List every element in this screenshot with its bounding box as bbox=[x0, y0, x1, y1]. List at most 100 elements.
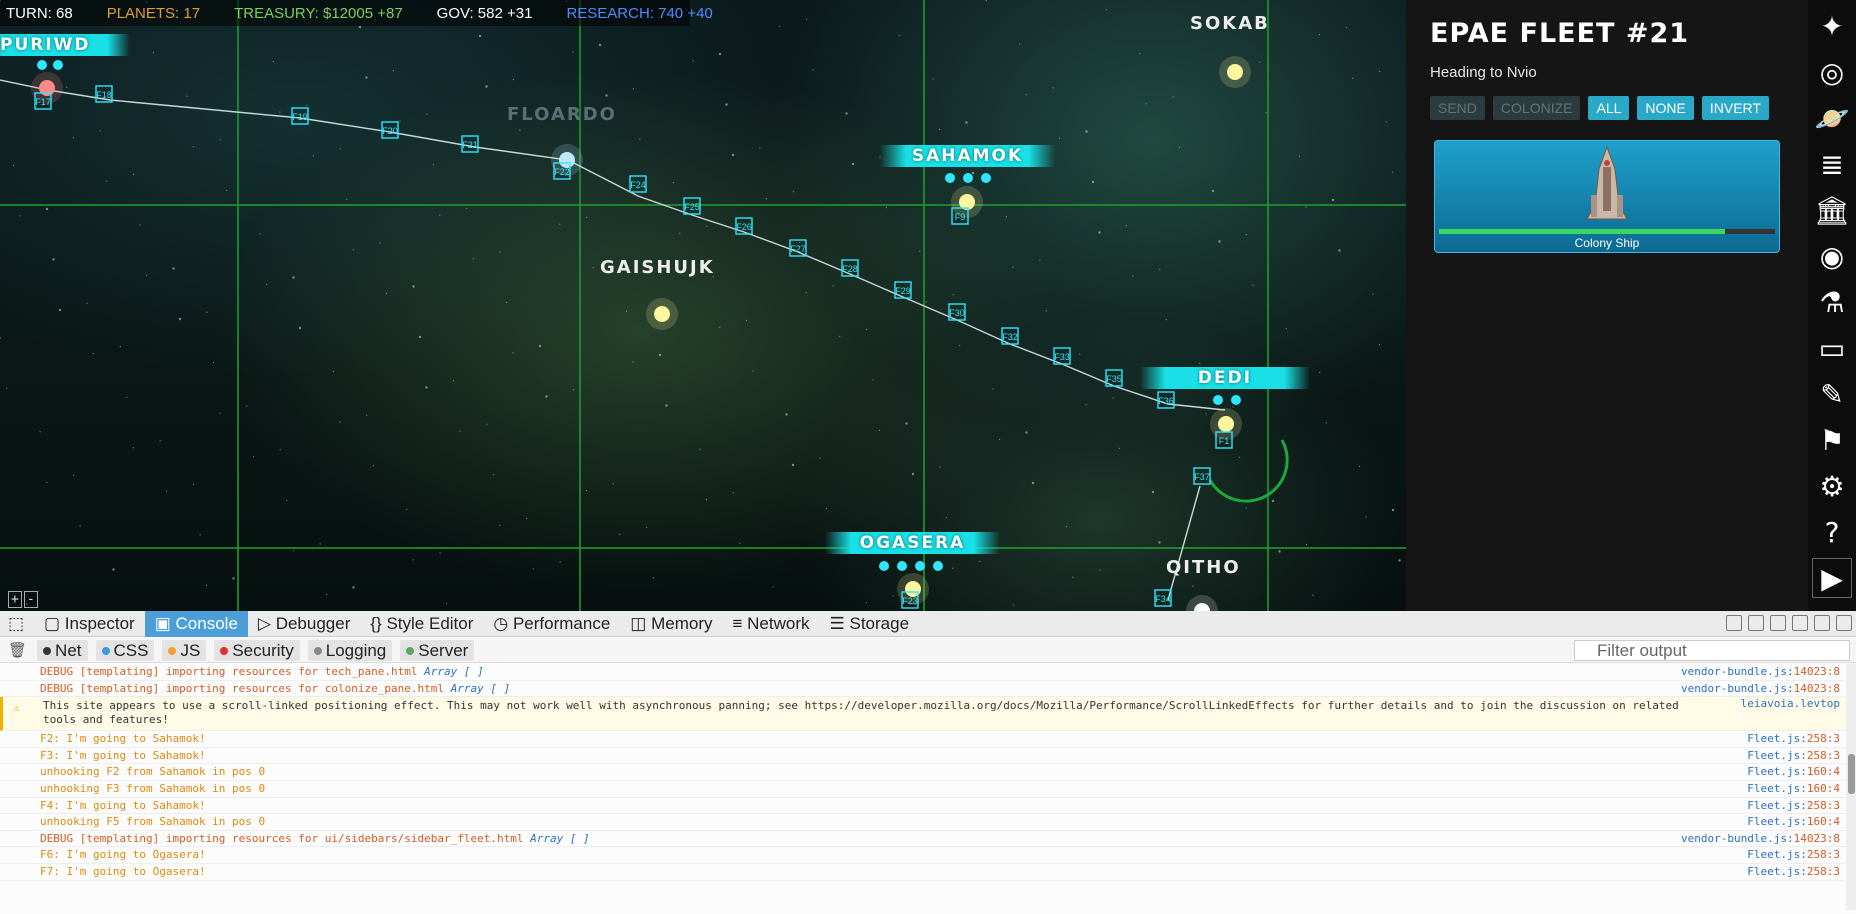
planet-icon[interactable] bbox=[879, 561, 889, 571]
star-label-sahamok[interactable]: SAHAMOK bbox=[880, 145, 1055, 167]
star-label-sokab[interactable]: SOKAB bbox=[1190, 13, 1270, 34]
tab-style-editor[interactable]: {} Style Editor bbox=[360, 611, 483, 637]
console-source-link[interactable]: leiavoia.levtop bbox=[1741, 697, 1840, 711]
select-none-button[interactable]: NONE bbox=[1637, 96, 1694, 120]
star-label-floardo[interactable]: FLOARDO bbox=[507, 104, 617, 125]
filter-server[interactable]: Server bbox=[400, 639, 475, 661]
star-label-qitho[interactable]: QITHO bbox=[1166, 557, 1241, 578]
console-message[interactable]: unhooking F5 from Sahamok in pos 0 Fleet.… bbox=[0, 814, 1846, 831]
zoom-out-button[interactable]: - bbox=[23, 591, 38, 608]
planet-icon[interactable] bbox=[897, 561, 907, 571]
star-label-ogasera[interactable]: OGASERA bbox=[825, 532, 1000, 554]
planet-icon[interactable] bbox=[53, 60, 63, 70]
console-source-link[interactable]: Fleet.js:258:3 bbox=[1747, 798, 1840, 815]
help-icon[interactable]: ? bbox=[1812, 512, 1852, 552]
star-label-dedi[interactable]: DEDI bbox=[1140, 367, 1310, 389]
filter-output-input[interactable]: Filter output bbox=[1574, 640, 1850, 661]
select-all-button[interactable]: ALL bbox=[1588, 96, 1630, 120]
planet-icon[interactable] bbox=[981, 173, 991, 183]
galaxy-icon[interactable]: ◎ bbox=[1812, 52, 1852, 92]
tab-inspector[interactable]: ▢ Inspector bbox=[34, 611, 145, 637]
star-icon[interactable] bbox=[559, 152, 575, 168]
planet-icon[interactable]: 🪐 bbox=[1812, 98, 1852, 138]
console-array-value[interactable]: Array [ ] bbox=[424, 665, 484, 678]
console-scroll-thumb[interactable] bbox=[1848, 754, 1855, 794]
filter-css[interactable]: CSS bbox=[95, 639, 155, 661]
planet-icon[interactable] bbox=[37, 60, 47, 70]
invert-selection-button[interactable]: INVERT bbox=[1701, 96, 1769, 120]
star-icon[interactable] bbox=[1227, 64, 1243, 80]
clear-console-icon[interactable]: 🗑 bbox=[8, 641, 27, 659]
console-log[interactable]: DEBUG [templating] importing resources f… bbox=[0, 664, 1846, 910]
tab-network[interactable]: ≡ Network bbox=[723, 611, 820, 637]
console-array-value[interactable]: Array [ ] bbox=[530, 832, 590, 845]
console-message[interactable]: DEBUG [templating] importing resources f… bbox=[0, 664, 1846, 681]
close-icon[interactable] bbox=[1836, 615, 1852, 631]
console-source-link[interactable]: vendor-bundle.js:14023:8 bbox=[1681, 681, 1840, 698]
console-message[interactable]: unhooking F3 from Sahamok in pos 0 Fleet.… bbox=[0, 781, 1846, 798]
settings-icon[interactable] bbox=[1770, 615, 1786, 631]
console-source-link[interactable]: Fleet.js:160:4 bbox=[1747, 814, 1840, 831]
console-source-link[interactable]: Fleet.js:160:4 bbox=[1747, 764, 1840, 781]
console-message[interactable]: DEBUG [templating] importing resources f… bbox=[0, 831, 1846, 848]
console-scrollbar[interactable] bbox=[1846, 664, 1856, 910]
database-icon[interactable]: ≣ bbox=[1812, 144, 1852, 184]
star-label-puriwd[interactable]: PURIWD bbox=[0, 34, 130, 56]
flag-icon[interactable]: ⚑ bbox=[1812, 420, 1852, 460]
dock-side-icon[interactable] bbox=[1792, 615, 1808, 631]
tab-performance[interactable]: ◷ Performance bbox=[483, 611, 620, 637]
console-source-link[interactable]: Fleet.js:160:4 bbox=[1747, 781, 1840, 798]
colonize-button[interactable]: COLONIZE bbox=[1492, 96, 1581, 120]
console-message[interactable]: F4: I'm going to Sahamok! Fleet.js:258:3 bbox=[0, 798, 1846, 815]
background-star bbox=[352, 586, 355, 589]
console-source-link[interactable]: vendor-bundle.js:14023:8 bbox=[1681, 664, 1840, 681]
galaxy-map[interactable]: F17 F18 F19 F20 F21 F22 F24 F25 F26 F27 F28 F29 F30 F… bbox=[0, 0, 1406, 611]
tab-console[interactable]: ▣ Console bbox=[144, 610, 248, 637]
console-source-link[interactable]: Fleet.js:258:3 bbox=[1747, 847, 1840, 864]
console-message[interactable]: F2: I'm going to Sahamok! Fleet.js:258:3 bbox=[0, 731, 1846, 748]
tab-memory[interactable]: ◫ Memory bbox=[620, 611, 722, 637]
bank-icon[interactable]: 🏛 bbox=[1812, 190, 1852, 230]
filter-logging[interactable]: Logging bbox=[307, 639, 393, 661]
planet-icon[interactable] bbox=[1231, 395, 1241, 405]
split-console-icon[interactable] bbox=[1726, 615, 1742, 631]
gear-icon[interactable]: ⚙ bbox=[1812, 466, 1852, 506]
star-icon[interactable] bbox=[1218, 416, 1234, 432]
play-icon[interactable]: ▶ bbox=[1812, 558, 1852, 598]
console-message[interactable]: unhooking F2 from Sahamok in pos 0 Fleet.… bbox=[0, 764, 1846, 781]
console-message[interactable]: F6: I'm going to Ogasera! Fleet.js:258:3 bbox=[0, 847, 1846, 864]
console-message[interactable]: F3: I'm going to Sahamok! Fleet.js:258:3 bbox=[0, 748, 1846, 765]
send-button[interactable]: SEND bbox=[1430, 96, 1485, 120]
undock-icon[interactable] bbox=[1814, 615, 1830, 631]
design-icon[interactable]: ✎ bbox=[1812, 374, 1852, 414]
zoom-in-button[interactable]: + bbox=[8, 591, 22, 608]
star-icon[interactable] bbox=[654, 306, 670, 322]
filter-security[interactable]: Security bbox=[214, 639, 300, 661]
filter-net[interactable]: Net bbox=[37, 639, 88, 661]
console-array-value[interactable]: Array [ ] bbox=[451, 682, 511, 695]
filter-js[interactable]: JS bbox=[162, 639, 207, 661]
console-source-link[interactable]: Fleet.js:258:3 bbox=[1747, 748, 1840, 765]
eye-icon[interactable]: ◉ bbox=[1812, 236, 1852, 276]
tab-debugger[interactable]: ▷ Debugger bbox=[248, 611, 360, 637]
planet-icon[interactable] bbox=[963, 173, 973, 183]
console-message[interactable]: DEBUG [templating] importing resources f… bbox=[0, 681, 1846, 698]
planet-icon[interactable] bbox=[915, 561, 925, 571]
planet-icon[interactable] bbox=[945, 173, 955, 183]
console-source-link[interactable]: Fleet.js:258:3 bbox=[1747, 864, 1840, 881]
console-message[interactable]: ⚠ This site appears to use a scroll-linke… bbox=[0, 697, 1846, 732]
chat-icon[interactable]: ▭ bbox=[1812, 328, 1852, 368]
flask-icon[interactable]: ⚗ bbox=[1812, 282, 1852, 322]
console-source-link[interactable]: vendor-bundle.js:14023:8 bbox=[1681, 831, 1840, 848]
planet-icon[interactable] bbox=[1213, 395, 1223, 405]
planet-icon[interactable] bbox=[933, 561, 943, 571]
tab-storage[interactable]: ☰ Storage bbox=[820, 611, 920, 637]
ship-card[interactable]: Colony Ship bbox=[1434, 140, 1780, 253]
star-label-gaishujk[interactable]: GAISHUJK bbox=[600, 257, 715, 278]
console-message[interactable]: F7: I'm going to Ogasera! Fleet.js:258:3 bbox=[0, 864, 1846, 881]
responsive-mode-icon[interactable] bbox=[1748, 615, 1764, 631]
sparkle-icon[interactable]: ✦ bbox=[1812, 6, 1852, 46]
map-canvas[interactable]: F17 F18 F19 F20 F21 F22 F24 F25 F26 F27 F28 F29 F30 F… bbox=[0, 0, 1406, 611]
pick-element-icon[interactable]: ⬚ bbox=[0, 611, 34, 637]
console-source-link[interactable]: Fleet.js:258:3 bbox=[1747, 731, 1840, 748]
